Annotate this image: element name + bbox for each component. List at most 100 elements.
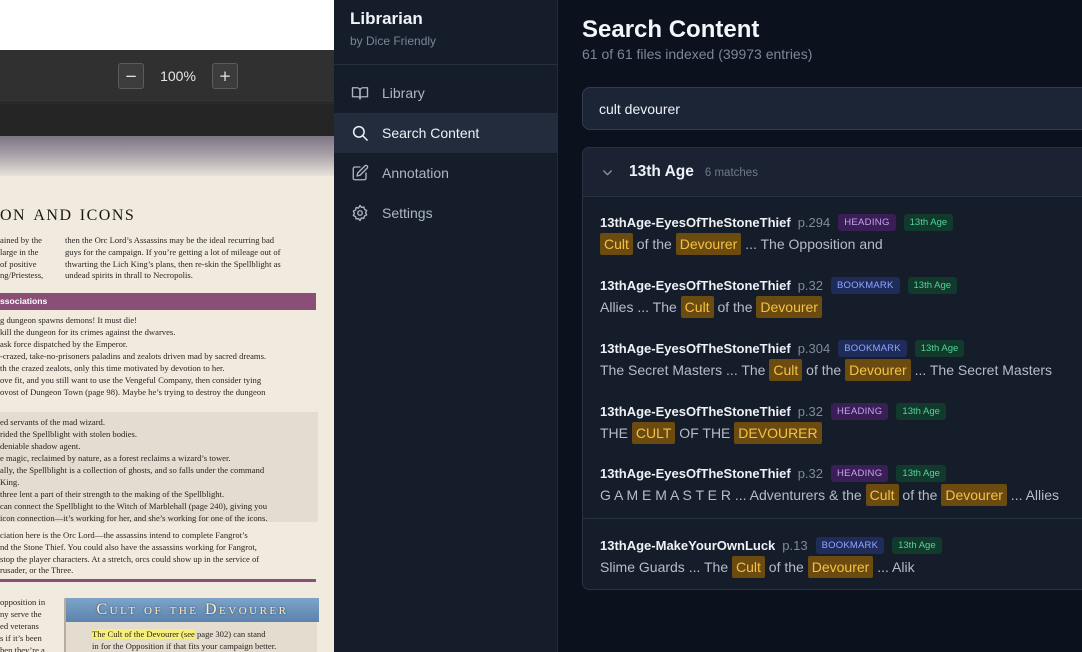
result-snippet: The Secret Masters ... The Cult of the D…: [600, 359, 1052, 381]
result-meta: 13thAge-EyesOfTheStoneThief p.32 BOOKMARK 1…: [600, 277, 958, 294]
page-right-column: then the Orc Lord’s Assassins may be the…: [65, 235, 327, 282]
sidebar-nav: Library Search Content Annotation Settin…: [334, 73, 557, 233]
page-text-line: deniable shadow agent.: [0, 441, 81, 451]
snippet-text: of the: [764, 559, 808, 575]
result-page-number: p.32: [797, 466, 824, 481]
page-header-art: [0, 136, 334, 176]
match-highlight: Cult: [600, 233, 633, 255]
sidebar-item-annotation[interactable]: Annotation: [334, 153, 557, 193]
heading-badge: HEADING: [831, 465, 889, 482]
sidebar-item-search-content[interactable]: Search Content: [334, 113, 557, 153]
search-input[interactable]: [582, 87, 1082, 130]
pdf-page-gap: [0, 104, 334, 136]
page-text-line: ciation here is the Orc Lord—the assassi…: [0, 530, 248, 540]
pdf-viewer: − 100% + on and icons ained by the large…: [0, 0, 334, 652]
bookmark-badge: BOOKMARK: [838, 340, 907, 357]
page-text-line: thwarting the Lich King’s plans, then re…: [65, 258, 281, 269]
spellblight-list: ed servants of the mad wizard. rided the…: [0, 416, 318, 524]
page-text: page 302) can stand: [194, 629, 266, 639]
result-meta: 13thAge-EyesOfTheStoneThief p.294 HEADING 1…: [600, 214, 954, 231]
bookmark-badge: BOOKMARK: [815, 537, 885, 554]
page-text-line: of positive: [0, 258, 37, 269]
associations-heading: ssociations: [0, 293, 316, 310]
match-highlight: Devourer: [756, 296, 822, 318]
sidebar-item-label: Library: [382, 85, 425, 101]
search-result[interactable]: 13thAge-EyesOfTheStoneThief p.32 HEADING 13…: [583, 453, 1082, 516]
page-text-line: ained by the: [0, 235, 42, 245]
result-group-header[interactable]: 13th Age 6 matches: [583, 148, 1082, 197]
page-text-line: King.: [0, 477, 20, 487]
result-snippet: G A M E M A S T E R ... Adventurers & th…: [600, 484, 1059, 506]
search-result[interactable]: 13thAge-EyesOfTheStoneThief p.294 HEADING 1…: [583, 202, 1082, 265]
result-file-name[interactable]: 13thAge-EyesOfTheStoneThief: [600, 215, 791, 230]
snippet-text: Slime Guards ... The: [600, 559, 733, 575]
page-text-line: e magic, reclaimed by nature, as a fores…: [0, 453, 231, 463]
result-page-number: p.32: [797, 404, 824, 419]
page-title: Search Content: [582, 16, 760, 43]
snippet-text: Allies ... The: [600, 299, 681, 315]
result-snippet: THE CULT OF THE DEVOURER: [600, 422, 822, 444]
search-result[interactable]: 13thAge-EyesOfTheStoneThief p.32 HEADING 13…: [583, 391, 1082, 454]
match-highlight: Devourer: [845, 359, 911, 381]
page-text-line: undead spirits in thrall to Necropolis.: [65, 270, 193, 281]
cult-of-the-devourer-banner: Cult of the Devourer: [66, 598, 319, 622]
search-result[interactable]: 13thAge-MakeYourOwnLuck p.13 BOOKMARK 13th …: [583, 525, 1082, 588]
match-highlight: Devourer: [807, 556, 874, 578]
file-separator: [583, 518, 1082, 519]
system-badge: 13th Age: [896, 465, 946, 482]
gear-icon: [352, 204, 368, 222]
index-status: 61 of 61 files indexed (39973 entries): [582, 46, 813, 62]
devourer-box-text: The Cult of the Devourer (see page 302) …: [92, 628, 276, 652]
page-text-line: th the crazed zealots, only this time mo…: [0, 363, 225, 373]
result-snippet: Slime Guards ... The Cult of the Devoure…: [600, 556, 915, 578]
page-text-line: hen they’re a: [0, 645, 45, 652]
match-highlight: Devourer: [675, 233, 742, 255]
sidebar-item-label: Settings: [382, 205, 433, 221]
page-text-line: rusader, or the Three.: [0, 565, 74, 576]
app-sidebar: Librarian by Dice Friendly Library Searc…: [334, 0, 558, 652]
page-text-line: ny serve the: [0, 609, 42, 619]
page-text-line: s if it’s been: [0, 633, 42, 643]
page-text-line: large in the: [0, 246, 39, 257]
page-text-line: can connect the Spellblight to the Witch…: [0, 501, 268, 511]
result-page-number: p.32: [797, 278, 824, 293]
zoom-out-button[interactable]: −: [118, 63, 144, 89]
sidebar-item-library[interactable]: Library: [334, 73, 557, 113]
page-text-line: ove fit, and you still want to use the V…: [0, 375, 262, 385]
snippet-text: ... The Opposition and: [741, 236, 883, 252]
book-icon: [351, 87, 369, 100]
page-text-line: ed servants of the mad wizard.: [0, 417, 105, 427]
pdf-page[interactable]: on and icons ained by the large in the o…: [0, 136, 334, 652]
zoom-in-button[interactable]: +: [212, 63, 238, 89]
system-badge: 13th Age: [903, 214, 954, 231]
result-file-name[interactable]: 13thAge-MakeYourOwnLuck: [600, 538, 775, 553]
search-panel: Search Content 61 of 61 files indexed (3…: [558, 0, 1082, 652]
heading-badge: HEADING: [838, 214, 896, 231]
result-file-name[interactable]: 13thAge-EyesOfTheStoneThief: [600, 278, 791, 293]
search-result[interactable]: 13thAge-EyesOfTheStoneThief p.32 BOOKMARK 1…: [583, 265, 1082, 328]
associations-list: g dungeon spawns demons! It must die! ki…: [0, 314, 320, 398]
search-result[interactable]: 13thAge-EyesOfTheStoneThief p.304 BOOKMARK…: [583, 328, 1082, 391]
result-page-number: p.304: [797, 341, 831, 356]
result-meta: 13thAge-EyesOfTheStoneThief p.32 HEADING 13…: [600, 403, 946, 420]
snippet-text: G A M E M A S T E R ... Adventurers & th…: [600, 487, 866, 503]
result-file-name[interactable]: 13thAge-EyesOfTheStoneThief: [600, 341, 791, 356]
snippet-text: ... Alik: [873, 559, 915, 575]
app-name: Librarian: [350, 9, 423, 28]
sidebar-divider: [334, 64, 557, 65]
page-left-column: ained by the large in the of positive ng…: [0, 235, 52, 282]
result-file-name[interactable]: 13thAge-EyesOfTheStoneThief: [600, 466, 791, 481]
page-text-line: ng/Priestess,: [0, 270, 44, 281]
match-highlight: Cult: [865, 484, 899, 506]
system-badge: 13th Age: [892, 537, 942, 554]
match-highlight: Cult: [732, 556, 765, 578]
result-snippet: Allies ... The Cult of the Devourer: [600, 296, 822, 318]
snippet-text: of the: [713, 299, 757, 315]
snippet-text: of the: [898, 487, 942, 503]
result-file-name[interactable]: 13thAge-EyesOfTheStoneThief: [600, 404, 791, 419]
sidebar-item-settings[interactable]: Settings: [334, 193, 557, 233]
match-highlight: Devourer: [941, 484, 1007, 506]
result-meta: 13thAge-EyesOfTheStoneThief p.32 HEADING 13…: [600, 465, 946, 482]
match-highlight: Cult: [680, 296, 714, 318]
zoom-level: 100%: [160, 68, 196, 84]
